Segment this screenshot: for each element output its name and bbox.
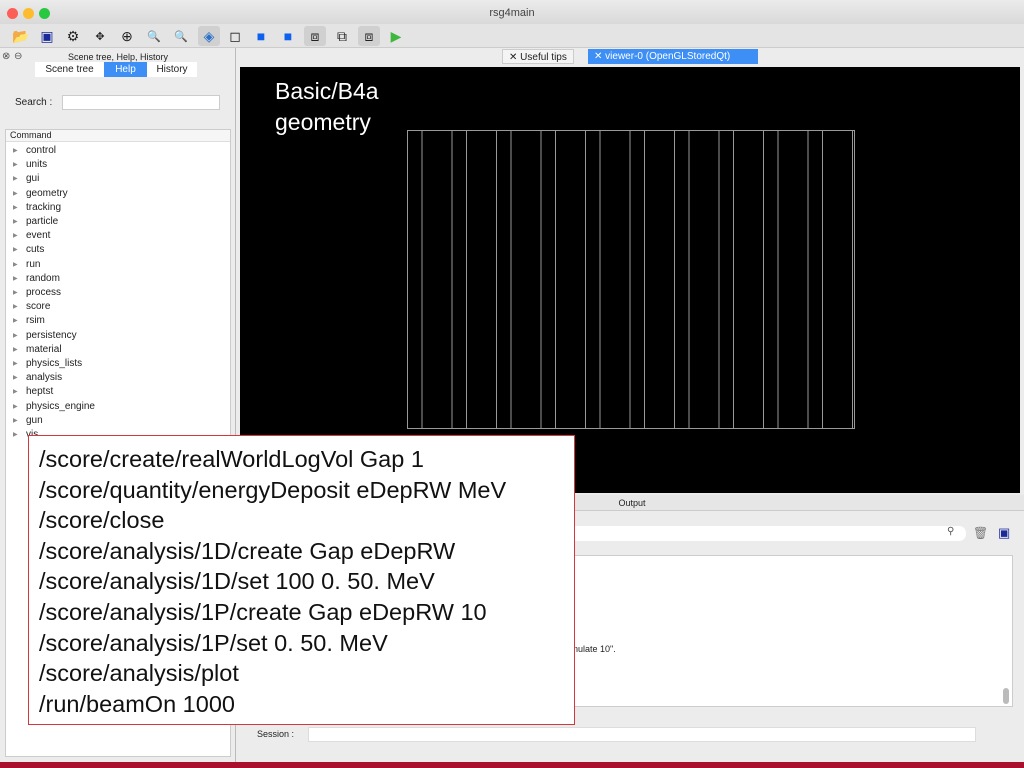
overlay-command-line: /score/analysis/1D/create Gap eDepRW	[39, 537, 456, 564]
move-icon[interactable]: ✥	[89, 26, 111, 46]
tree-item-event[interactable]: event	[13, 229, 51, 243]
zoom-window-button[interactable]	[39, 8, 50, 19]
close-window-button[interactable]	[7, 8, 18, 19]
open-folder-icon[interactable]: 📂	[10, 26, 32, 46]
overlay-command-line: /score/close	[39, 507, 165, 534]
tree-item-heptst[interactable]: heptst	[13, 385, 53, 399]
perspective-icon[interactable]: ⧈	[304, 26, 326, 46]
output-search-input[interactable]	[530, 526, 966, 541]
overlay-command-line: /score/quantity/energyDeposit eDepRW MeV	[39, 476, 507, 503]
save-icon[interactable]: ▣	[36, 26, 58, 46]
tree-item-gun[interactable]: gun	[13, 414, 42, 428]
world-volume-outline	[407, 130, 855, 429]
rotate-icon[interactable]: ◈	[198, 26, 220, 46]
tab-close-icon[interactable]: ✕	[594, 51, 605, 62]
overlay-command-line: /score/analysis/1P/create Gap eDepRW 10	[39, 598, 487, 625]
zoom-in-icon[interactable]: 🔍	[170, 26, 192, 46]
tab-viewer-0[interactable]: ✕ viewer-0 (OpenGLStoredQt)	[588, 49, 758, 64]
tab-help[interactable]: Help	[104, 62, 147, 77]
tree-item-persistency[interactable]: persistency	[13, 329, 76, 343]
tree-item-cuts[interactable]: cuts	[13, 243, 45, 257]
tab-scene-tree[interactable]: Scene tree	[35, 62, 104, 77]
overlay-command-line: /run/beamOn 1000	[39, 690, 235, 717]
opengl-viewer[interactable]: Basic/B4a geometry	[240, 67, 1020, 493]
dock-title: Scene tree, Help, History	[67, 52, 169, 62]
trash-icon[interactable]: 🗑	[973, 526, 988, 540]
solid-blue-2-icon[interactable]: ■	[277, 26, 299, 46]
tree-item-rsim[interactable]: rsim	[13, 314, 45, 328]
tree-item-physics_engine[interactable]: physics_engine	[13, 400, 95, 414]
search-icon: ⚲	[947, 526, 955, 537]
overlay-command-line: /score/create/realWorldLogVol Gap 1	[39, 446, 424, 472]
tree-item-run[interactable]: run	[13, 258, 41, 272]
gear-icon[interactable]: ⚙	[62, 26, 84, 46]
output-text-area[interactable]: nulate 10".	[530, 555, 1013, 707]
command-overlay: /score/create/realWorldLogVol Gap 1/scor…	[28, 435, 575, 725]
tree-item-material[interactable]: material	[13, 343, 61, 357]
geometry-drawing	[407, 130, 855, 429]
wireframe-box-icon[interactable]: ◻	[224, 26, 246, 46]
session-label: Session :	[257, 729, 295, 739]
tree-item-units[interactable]: units	[13, 158, 47, 172]
zoom-out-icon[interactable]: 🔍	[143, 26, 165, 46]
overlay-command-line: /score/analysis/1P/set 0. 50. MeV	[39, 629, 388, 656]
tree-item-particle[interactable]: particle	[13, 215, 58, 229]
tree-item-gui[interactable]: gui	[13, 172, 40, 186]
tab-close-icon[interactable]: ✕	[509, 52, 520, 63]
tree-item-analysis[interactable]: analysis	[13, 371, 62, 385]
run-icon[interactable]: ▶	[385, 26, 407, 46]
search-label: Search :	[15, 97, 53, 108]
solid-blue-icon[interactable]: ■	[250, 26, 272, 46]
tree-item-random[interactable]: random	[13, 272, 60, 286]
tree-item-score[interactable]: score	[13, 300, 51, 314]
title-bar: rsg4main	[0, 0, 1024, 24]
target-icon[interactable]: ⊕	[116, 26, 138, 46]
tree-item-physics_lists[interactable]: physics_lists	[13, 357, 82, 371]
minimize-window-button[interactable]	[23, 8, 34, 19]
overlay-command-line: /score/analysis/plot	[39, 660, 239, 687]
window-title: rsg4main	[489, 7, 535, 19]
scrollbar-thumb[interactable]	[1003, 688, 1009, 704]
brand-bar	[0, 762, 1024, 768]
tree-item-tracking[interactable]: tracking	[13, 201, 61, 215]
tree-header: Command	[6, 130, 230, 142]
tree-item-geometry[interactable]: geometry	[13, 187, 68, 201]
overlay-command-line: /score/analysis/1D/set 100 0. 50. MeV	[39, 568, 435, 595]
output-text: nulate 10".	[573, 644, 616, 654]
toolbar: 📂 ▣ ⚙ ✥ ⊕ 🔍 🔍 ◈ ◻ ■ ■ ⧈ ⧉ ⧈ ▶	[0, 24, 1024, 48]
ortho-icon[interactable]: ⧉	[331, 26, 353, 46]
tree-item-process[interactable]: process	[13, 286, 61, 300]
tab-useful-tips[interactable]: ✕ Useful tips	[502, 49, 574, 64]
save-output-icon[interactable]: ▣	[998, 525, 1010, 541]
tree-item-control[interactable]: control	[13, 144, 56, 158]
hidden-line-icon[interactable]: ⧈	[358, 26, 380, 46]
search-input[interactable]	[62, 95, 220, 110]
tab-history[interactable]: History	[147, 62, 197, 77]
session-input[interactable]	[308, 727, 976, 742]
